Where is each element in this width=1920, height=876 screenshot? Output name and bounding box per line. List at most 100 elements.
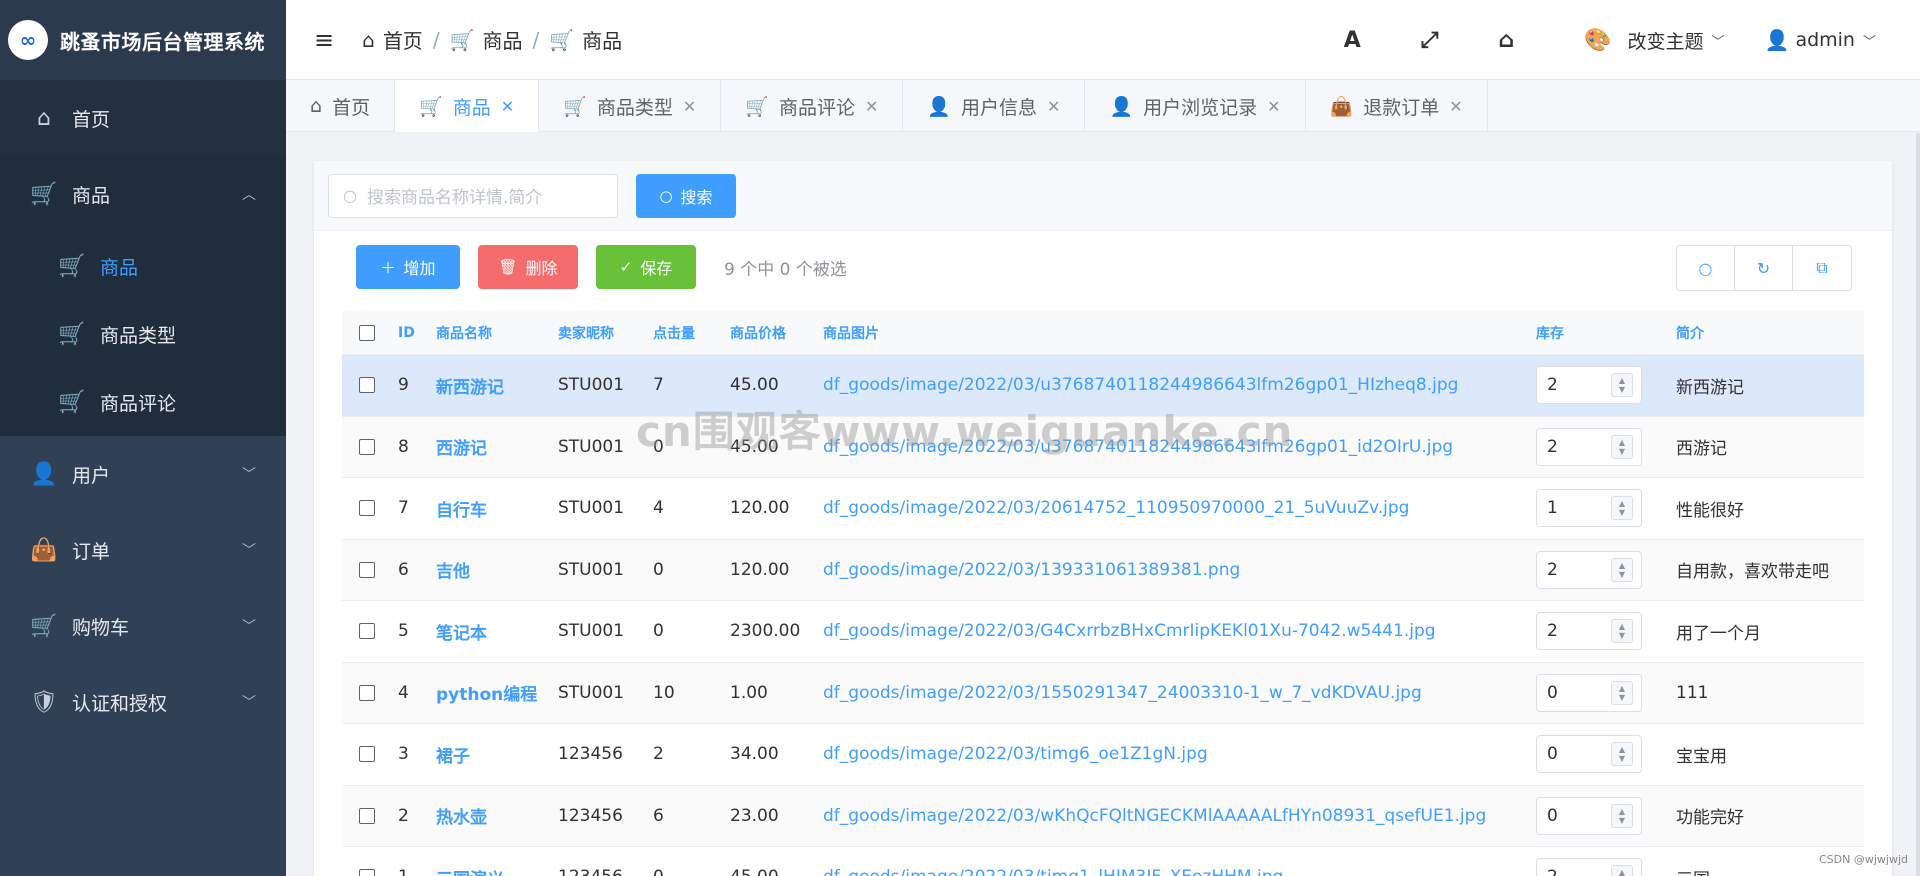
tab-goods-comment[interactable]: 🛒 商品评论 ✕ [721,80,904,132]
tab-home[interactable]: ⌂ 首页 [286,80,396,132]
home-icon[interactable]: ⌂ [1498,28,1514,53]
column-header[interactable]: 简介 [1676,323,1864,343]
sidebar-item-cart[interactable]: 🛒 购物车 ﹀ [0,588,286,664]
cell-image-link[interactable]: df_goods/image/2022/03/wKhQcFQltNGECKMlA… [823,806,1536,826]
stock-input[interactable]: 2 ▲▼ [1536,612,1642,651]
table-row[interactable]: 5 笔记本 STU001 0 2300.00 df_goods/image/2022/03… [342,601,1864,663]
search-input[interactable]: ○ 搜索商品名称详情.简介 [328,173,618,218]
column-header[interactable]: 库存 [1536,323,1676,343]
row-checkbox[interactable] [359,377,375,394]
sidebar-item-auth[interactable]: 🛡 认证和授权 ﹀ [0,664,286,740]
row-checkbox[interactable] [359,623,375,640]
column-header[interactable]: 商品名称 [436,323,558,343]
table-row[interactable]: 2 热水壶 123456 6 23.00 df_goods/image/2022/03/w… [342,785,1864,847]
close-icon[interactable]: ✕ [683,97,696,116]
fullscreen-icon[interactable]: ⤢ [1421,28,1439,53]
stock-input[interactable]: 2 ▲▼ [1536,427,1642,466]
save-button[interactable]: ✓ 保存 [596,245,696,289]
font-size-icon[interactable]: A [1344,28,1361,53]
cell-name-link[interactable]: python编程 [436,680,558,705]
stepper-icon[interactable]: ▲▼ [1611,434,1633,459]
column-header[interactable]: 卖家昵称 [558,323,653,343]
cell-image-link[interactable]: df_goods/image/2022/03/u3768740118244986… [823,437,1536,457]
cell-image-link[interactable]: df_goods/image/2022/03/139331061389381.p… [823,560,1536,580]
tab-user-info[interactable]: 👤 用户信息 ✕ [903,80,1086,132]
table-row[interactable]: 6 吉他 STU001 0 120.00 df_goods/image/2022/03/1… [342,539,1864,601]
stepper-icon[interactable]: ▲▼ [1611,496,1633,521]
add-button[interactable]: ＋ 增加 [356,245,460,289]
stock-input[interactable]: 0 ▲ ▼ [1536,735,1642,774]
cell-name-link[interactable]: 自行车 [436,496,558,521]
sidebar-item-goods-list[interactable]: 🛒 商品 [0,232,286,300]
table-row[interactable]: 7 自行车 STU001 4 120.00 df_goods/image/2022/03/… [342,478,1864,540]
stepper-icon[interactable]: ▲▼ [1611,742,1633,767]
cell-name-link[interactable]: 三国演义 [436,865,558,876]
sidebar-item-orders[interactable]: 👜 订单 ﹀ [0,512,286,588]
row-checkbox[interactable] [359,746,375,763]
sidebar-item-goods-type[interactable]: 🛒 商品类型 [0,300,286,368]
row-checkbox[interactable] [359,438,375,455]
row-checkbox[interactable] [359,500,375,517]
table-row[interactable]: 3 裙子 123456 2 34.00 df_goods/image/2022/03/ti… [342,724,1864,786]
sidebar-item-users[interactable]: 👤 用户 ﹀ [0,436,286,512]
close-icon[interactable]: ✕ [1267,97,1280,116]
row-checkbox[interactable] [359,684,375,701]
tab-user-browse[interactable]: 👤 用户浏览记录 ✕ [1085,80,1306,132]
sidebar-item-goods[interactable]: 🛒 商品 ︿ [0,156,286,232]
cell-image-link[interactable]: df_goods/image/2022/03/20614752_11095097… [823,498,1536,518]
table-row[interactable]: 4 python编程 STU001 10 1.00 df_goods/image/2022… [342,662,1864,724]
sidebar-item-goods-comment[interactable]: 🛒 商品评论 [0,368,286,436]
stock-input[interactable]: 1 ▲ ▼ [1536,489,1642,528]
stepper-icon[interactable]: ▲▼ [1611,373,1633,398]
refresh-button[interactable]: ↻ [1735,246,1793,290]
column-header[interactable]: 商品图片 [823,323,1536,343]
column-header[interactable]: 点击量 [653,323,730,343]
column-header[interactable]: ID [392,325,436,341]
theme-switcher[interactable]: 🎨 改变主题 ﹀ [1584,27,1724,54]
stock-input[interactable]: 2 ▲▼ [1536,550,1642,589]
stepper-icon[interactable]: ▲▼ [1611,803,1633,828]
table-row[interactable]: 1三国演义123456045.00df_goods/image/2022/03/… [342,847,1864,876]
stepper-icon[interactable]: ▲▼ [1611,865,1633,876]
cell-image-link[interactable]: df_goods/image/2022/03/G4CxrrbzBHxCmrIip… [823,621,1536,641]
tab-goods-type[interactable]: 🛒 商品类型 ✕ [539,80,722,132]
tab-refund-orders[interactable]: 👜 退款订单 ✕ [1306,80,1488,132]
cell-image-link[interactable]: df_goods/image/2022/03/1550291347_240033… [823,683,1536,703]
row-checkbox[interactable] [359,561,375,578]
close-icon[interactable]: ✕ [1449,97,1462,116]
cell-name-link[interactable]: 西游记 [436,434,558,459]
cell-image-link[interactable]: df_goods/image/2022/03/u3768740118244986… [823,375,1536,395]
close-icon[interactable]: ✕ [501,97,514,116]
cell-name-link[interactable]: 吉他 [436,557,558,582]
sidebar-item-home[interactable]: ⌂ 首页 [0,80,286,156]
cell-name-link[interactable]: 热水壶 [436,803,558,828]
stepper-icon[interactable]: ▲▼ [1611,680,1633,705]
stock-input[interactable]: 0 ▲ ▼ [1536,673,1642,712]
cell-image-link[interactable]: df_goods/image/2022/03/timg1_lHIM3JF_XEo… [823,867,1536,876]
cell-name-link[interactable]: 新西游记 [436,373,558,398]
breadcrumb-item[interactable]: 首页 [383,25,423,54]
user-menu[interactable]: 👤 admin ﹀ [1765,28,1876,52]
row-checkbox[interactable] [359,807,375,824]
scrollbar[interactable] [1916,133,1920,876]
close-icon[interactable]: ✕ [1047,97,1060,116]
close-icon[interactable]: ✕ [865,97,878,116]
table-row[interactable]: 9 新西游记 STU001 7 45.00 df_goods/image/2022/03/… [342,355,1864,417]
search-button[interactable]: ○ 搜索 [636,173,736,218]
stepper-icon[interactable]: ▲▼ [1611,557,1633,582]
cell-image-link[interactable]: df_goods/image/2022/03/timg6_oe1Z1gN.jpg [823,744,1536,764]
column-header[interactable]: 商品价格 [730,323,823,343]
stock-input[interactable]: 2 ▲▼ [1536,858,1642,876]
tab-goods[interactable]: 🛒 商品 ✕ [395,80,540,132]
select-all-checkbox[interactable] [359,324,375,341]
cell-name-link[interactable]: 裙子 [436,742,558,767]
export-button[interactable]: ⧉ [1793,246,1851,290]
stepper-icon[interactable]: ▲▼ [1611,619,1633,644]
cell-name-link[interactable]: 笔记本 [436,619,558,644]
hamburger-icon[interactable]: ≡ [314,26,334,54]
stock-input[interactable]: 2 ▲▼ [1536,366,1642,405]
breadcrumb-item[interactable]: 商品 [482,25,522,54]
row-checkbox[interactable] [359,869,375,876]
delete-button[interactable]: 🗑 删除 [478,245,578,289]
stock-input[interactable]: 0 ▲ ▼ [1536,796,1642,835]
